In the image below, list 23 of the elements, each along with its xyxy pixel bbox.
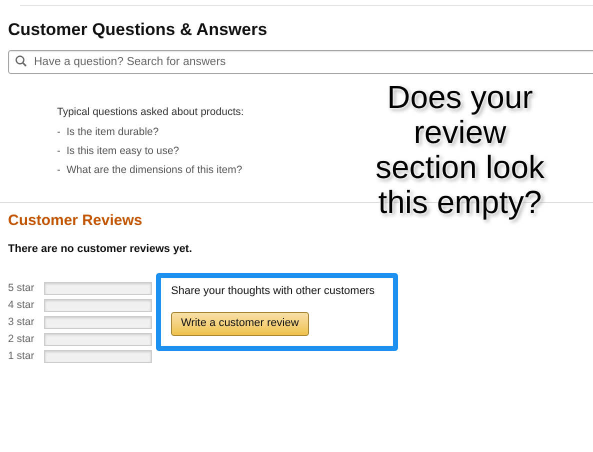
share-prompt: Share your thoughts with other customers — [171, 284, 375, 299]
example-question: What are the dimensions of this item? — [66, 163, 242, 178]
example-question: Is the item durable? — [66, 125, 159, 140]
caption-text: this empty? — [378, 185, 542, 220]
caption-text: Does your — [387, 80, 533, 115]
star-label: 4 star — [8, 298, 36, 313]
typical-questions-heading: Typical questions asked about products: — [57, 105, 244, 120]
star-label: 2 star — [8, 332, 36, 347]
search-icon — [15, 55, 27, 67]
star-label: 1 star — [8, 348, 36, 364]
star-label: 5 star — [8, 280, 36, 296]
example-question: Is this item easy to use? — [66, 144, 180, 159]
section-title: Customer Questions & Answers — [8, 19, 268, 41]
bullet-dash: - — [57, 125, 60, 140]
search-field[interactable]: Have a question? Search for answers — [8, 50, 593, 74]
caption-text: review — [414, 115, 506, 150]
write-review-button[interactable]: Write a customer review — [171, 312, 309, 336]
empty-reviews-message: There are no customer reviews yet. — [8, 242, 192, 256]
bullet-dash: - — [57, 163, 60, 178]
star-label: 3 star — [8, 314, 36, 330]
bullet-dash: - — [57, 144, 60, 159]
caption-text: section look — [376, 150, 544, 185]
section-title: Customer Reviews — [8, 211, 142, 231]
